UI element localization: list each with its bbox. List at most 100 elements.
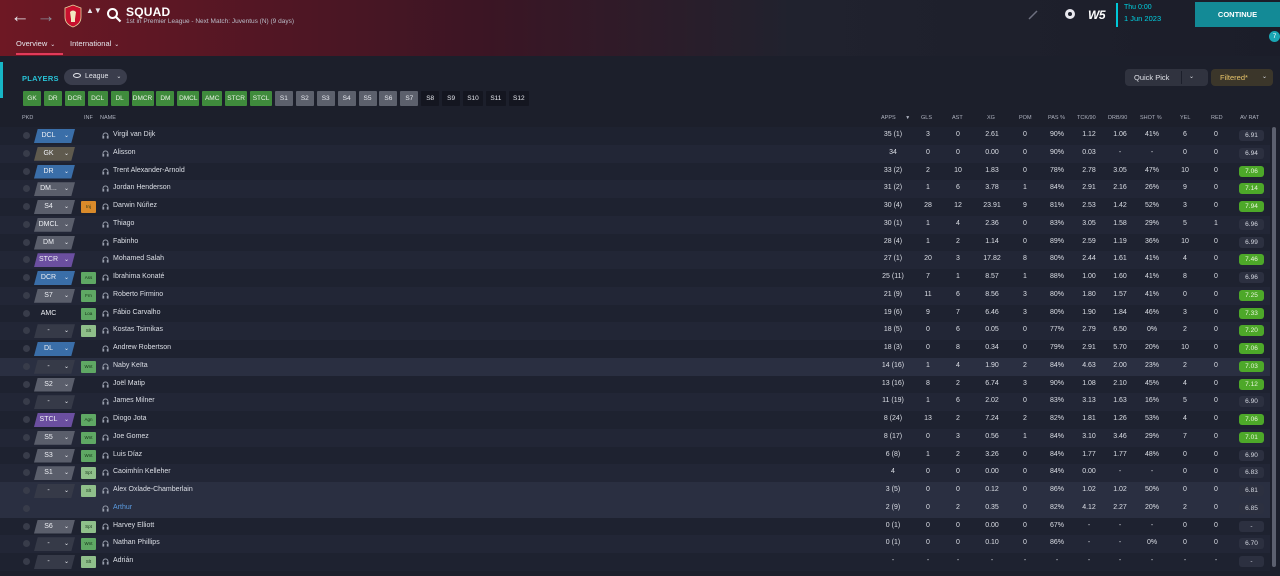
headset-icon[interactable]	[102, 558, 109, 565]
table-row[interactable]: DCL ⌄ Virgil van Dijk 35 (1) 3 0 2.61 0 90% 1.12 1…	[0, 127, 1270, 145]
headset-icon[interactable]	[102, 132, 109, 139]
position-selector[interactable]: - ⌄	[34, 324, 75, 339]
brand-logo[interactable]: W5	[1088, 8, 1106, 22]
tab-overview[interactable]: Overview ⌄	[16, 35, 63, 55]
col-header-pom[interactable]: POM	[1019, 115, 1032, 121]
headset-icon[interactable]	[102, 469, 109, 476]
player-name-link[interactable]: Trent Alexander-Arnold	[113, 167, 185, 174]
status-badge[interactable]: Spt	[81, 467, 96, 480]
headset-icon[interactable]	[102, 451, 109, 459]
position-filter-chip[interactable]: DM	[156, 91, 175, 106]
headset-icon[interactable]	[102, 274, 109, 281]
table-row[interactable]: DCR ⌄ Ass Ibrahima Konaté 25 (11) 7 1 8.57 1 88% 1…	[0, 269, 1270, 287]
player-name-link[interactable]: Caoimhín Kelleher	[113, 468, 171, 475]
pick-checkbox[interactable]	[23, 274, 30, 281]
position-selector[interactable]: - ⌄	[34, 537, 75, 552]
status-badge[interactable]: Spt	[81, 520, 96, 533]
headset-icon[interactable]	[102, 238, 109, 246]
position-selector[interactable]: DR ⌄	[34, 164, 75, 179]
notification-badge[interactable]: 7	[1269, 31, 1280, 42]
table-row[interactable]: S5 ⌄ Wnt Joe Gomez 8 (17) 0 3 0.56 1 84% 3.10 3.46 2…	[0, 428, 1270, 447]
table-row[interactable]: S4 ⌄ Inj Darwin Núñez 30 (4) 28 12 23.91 9 81% 2.5…	[0, 198, 1270, 216]
position-filter-chip[interactable]: DCR	[64, 91, 85, 106]
pencil-icon[interactable]	[1027, 9, 1039, 21]
status-badge[interactable]: Wnt	[81, 449, 96, 462]
headset-icon[interactable]	[102, 221, 109, 228]
position-selector[interactable]: S3 ⌄	[34, 448, 75, 463]
col-header-shot[interactable]: SHOT %	[1140, 115, 1162, 121]
table-row[interactable]: - ⌄ Slt Adrián - - - - - - - - - - - -	[0, 553, 1270, 571]
player-name-link[interactable]: Joël Matip	[113, 380, 145, 387]
headset-icon[interactable]	[102, 398, 109, 405]
player-name-link[interactable]: Arthur	[113, 504, 132, 511]
table-row[interactable]: - ⌄ James Milner 11 (19) 1 6 2.02 0 83% 3.13 1.63 1…	[0, 393, 1270, 411]
status-badge[interactable]: Frn	[81, 289, 96, 302]
position-selector[interactable]: DCR ⌄	[34, 271, 75, 285]
position-filter-chip[interactable]: S5	[358, 91, 377, 106]
col-header-avrat[interactable]: AV RAT	[1240, 115, 1259, 121]
player-name-link[interactable]: Harvey Elliott	[113, 522, 154, 529]
table-row[interactable]: DM... ⌄ Jordan Henderson 31 (2) 1 6 3.78 1 84% 2.…	[0, 180, 1270, 198]
position-selector[interactable]: S7 ⌄	[34, 288, 75, 303]
position-filter-chip[interactable]: AMC	[202, 91, 223, 106]
col-header-gls[interactable]: GLS	[921, 115, 932, 121]
position-filter-chip[interactable]: S12	[508, 91, 529, 106]
player-name-link[interactable]: Alisson	[113, 149, 136, 156]
pick-checkbox[interactable]	[23, 238, 30, 246]
pick-checkbox[interactable]	[23, 132, 30, 139]
headset-icon[interactable]	[102, 416, 109, 423]
position-filter-chip[interactable]: S9	[442, 91, 461, 106]
pick-checkbox[interactable]	[23, 220, 30, 228]
table-row[interactable]: S1 ⌄ Spt Caoimhín Kelleher 4 0 0 0.00 0 84% 0.00 - -…	[0, 464, 1270, 482]
status-badge[interactable]: Slt	[81, 485, 96, 497]
position-filter-chip[interactable]: DR	[43, 91, 62, 106]
status-badge[interactable]: Inj	[81, 201, 96, 213]
pick-checkbox[interactable]	[23, 540, 30, 548]
status-badge[interactable]: Slt	[81, 325, 96, 338]
status-badge[interactable]: Ass	[81, 272, 96, 284]
position-selector[interactable]: DMCL ⌄	[34, 217, 75, 232]
pick-checkbox[interactable]	[23, 504, 30, 512]
table-row[interactable]: DR ⌄ Trent Alexander-Arnold 33 (2) 2 10 1.83 0 7…	[0, 162, 1270, 181]
pick-checkbox[interactable]	[23, 167, 30, 175]
col-header-drb[interactable]: DRB/90	[1108, 115, 1127, 121]
tab-international[interactable]: International ⌄	[70, 35, 119, 55]
col-header-ast[interactable]: AST	[952, 115, 963, 121]
continue-button[interactable]: CONTINUE	[1195, 2, 1280, 27]
player-name-link[interactable]: Luis Díaz	[113, 451, 142, 458]
pick-checkbox[interactable]	[23, 256, 30, 264]
headset-icon[interactable]	[102, 363, 109, 370]
club-crest-icon[interactable]	[63, 4, 83, 28]
pick-checkbox[interactable]	[23, 522, 30, 530]
position-selector[interactable]: S5 ⌄	[34, 430, 75, 445]
table-row[interactable]: AMC Loa Fábio Carvalho 19 (6) 9 7 6.46 3 80% 1.90…	[0, 304, 1270, 323]
player-name-link[interactable]: Roberto Firmino	[113, 291, 163, 298]
player-name-link[interactable]: Andrew Robertson	[113, 344, 171, 351]
col-header-pkd[interactable]: PKD	[22, 115, 33, 121]
table-row[interactable]: - ⌄ Wnt Naby Keïta 14 (16) 1 4 1.90 2 84% 4.63 2.00…	[0, 357, 1270, 376]
pick-checkbox[interactable]	[23, 558, 30, 565]
headset-icon[interactable]	[102, 256, 109, 263]
player-name-link[interactable]: Darwin Núñez	[113, 202, 157, 209]
position-selector[interactable]: GK ⌄	[34, 146, 75, 161]
status-badge[interactable]: Agn	[81, 414, 96, 426]
col-header-xg[interactable]: XG	[987, 115, 995, 121]
col-header-apps[interactable]: APPS ▼	[881, 115, 910, 121]
table-row[interactable]: DM ⌄ Fabinho 28 (4) 1 2 1.14 0 89% 2.59 1.19 36% 10 0…	[0, 233, 1270, 252]
headset-icon[interactable]	[102, 309, 109, 317]
position-selector[interactable]: - ⌄	[34, 395, 75, 410]
pick-checkbox[interactable]	[23, 327, 30, 335]
pick-checkbox[interactable]	[23, 309, 30, 317]
table-row[interactable]: S2 ⌄ Joël Matip 13 (16) 8 2 6.74 3 90% 1.08 2.10 45…	[0, 375, 1270, 394]
headset-icon[interactable]	[102, 505, 109, 512]
pick-checkbox[interactable]	[23, 451, 30, 459]
table-row[interactable]: - ⌄ Slt Kostas Tsimikas 18 (5) 0 6 0.05 0 77% 2.79…	[0, 322, 1270, 340]
pick-checkbox[interactable]	[23, 487, 30, 494]
table-row[interactable]: S3 ⌄ Wnt Luis Díaz 6 (8) 1 2 3.26 0 84% 1.77 1.77 48…	[0, 446, 1270, 465]
col-header-name[interactable]: NAME	[100, 115, 116, 121]
position-filter-chip[interactable]: DMCR	[131, 91, 154, 106]
headset-icon[interactable]	[102, 522, 109, 530]
player-name-link[interactable]: Alex Oxlade-Chamberlain	[113, 486, 193, 493]
table-row[interactable]: DMCL ⌄ Thiago 30 (1) 1 4 2.36 0 83% 3.05 1.58 29% 5 1…	[0, 215, 1270, 234]
position-selector[interactable]: STCR ⌄	[34, 253, 75, 268]
